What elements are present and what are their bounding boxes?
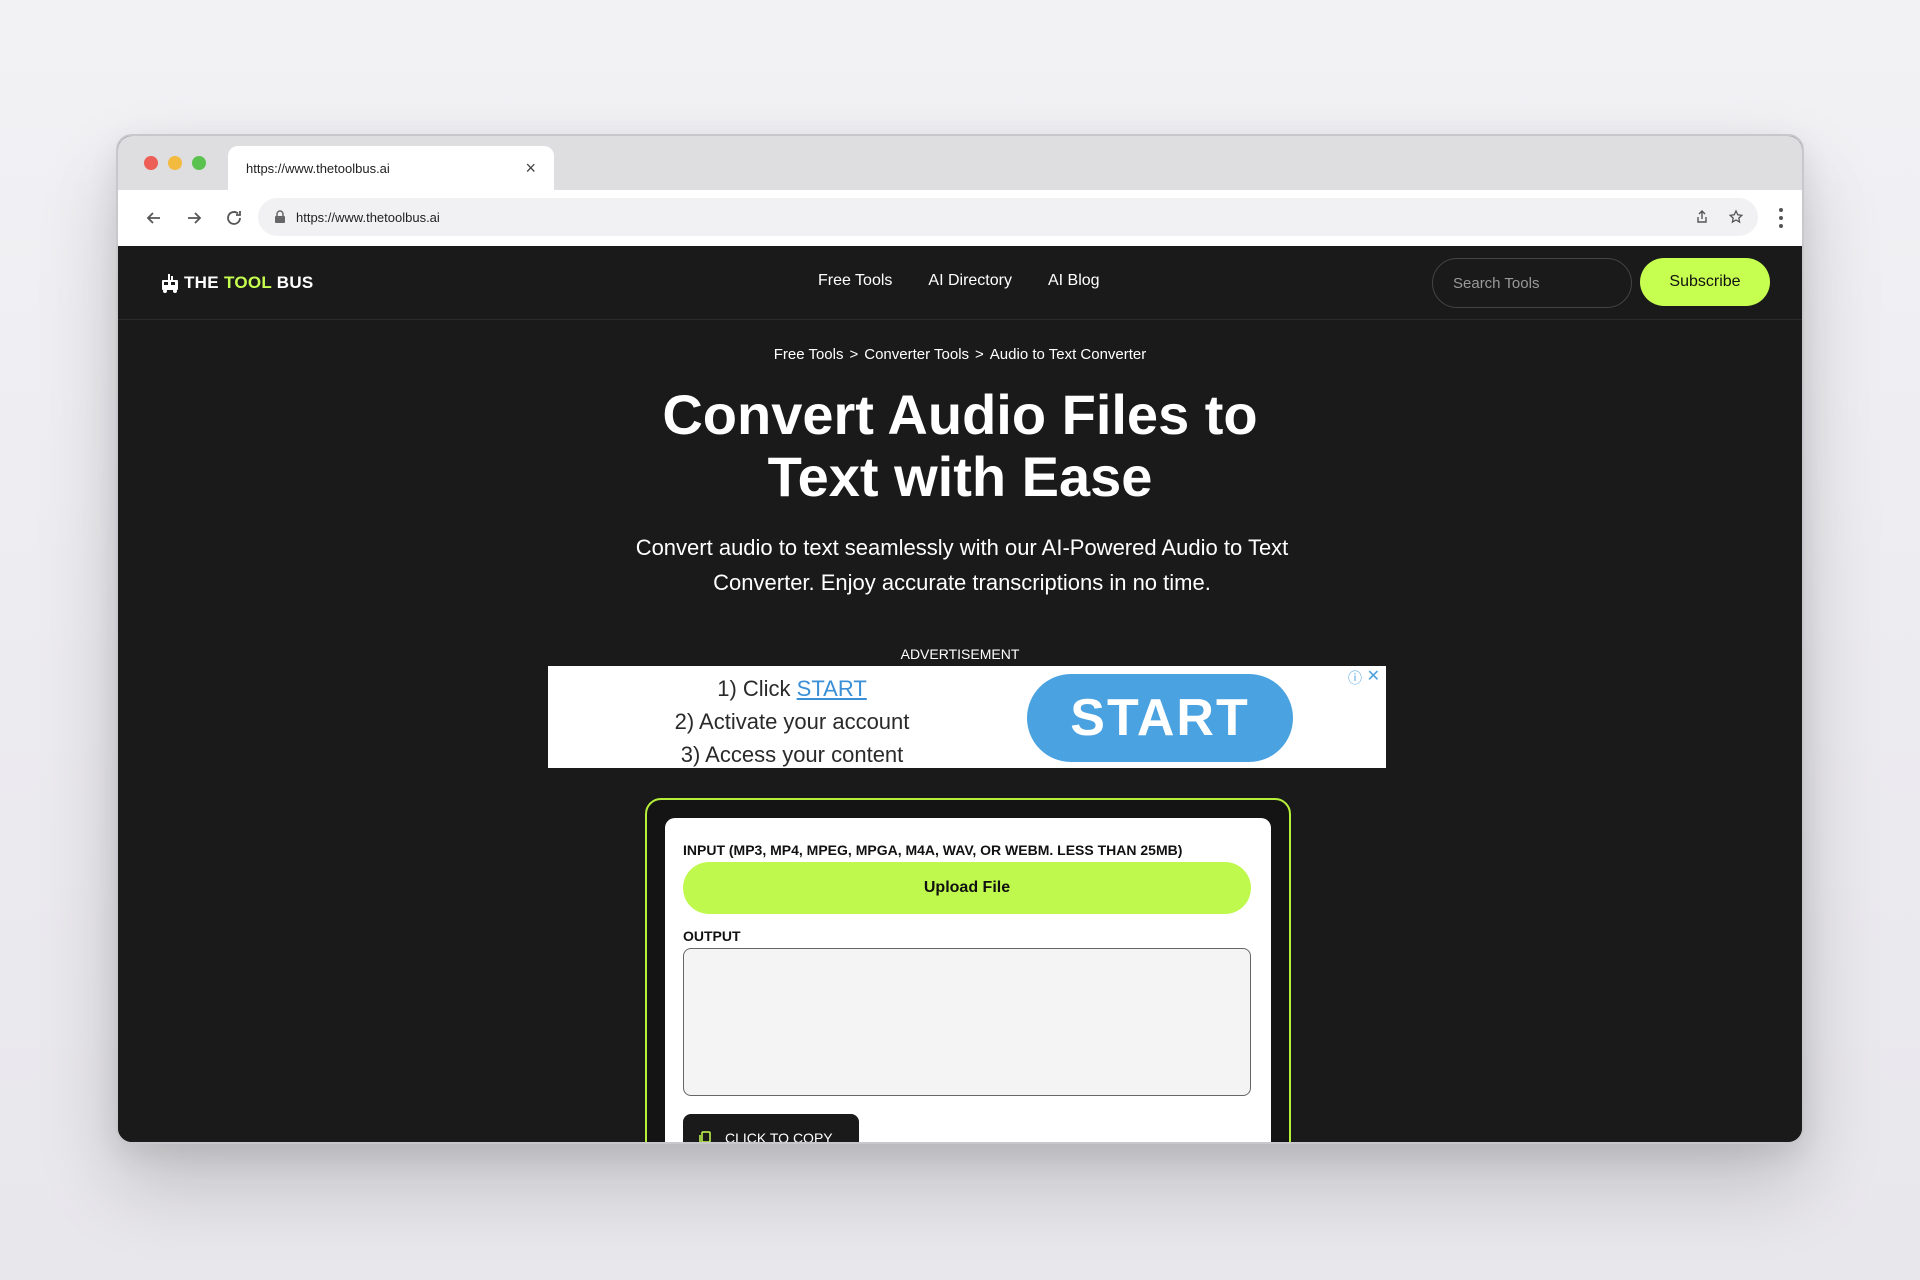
browser-window: https://www.thetoolbus.ai × https://www.… (116, 134, 1804, 1144)
logo-text: THE TOOL BUS (184, 273, 314, 292)
forward-arrow-icon[interactable] (174, 198, 214, 238)
bus-logo-icon (160, 272, 180, 294)
window-controls (144, 156, 206, 170)
nav-free-tools[interactable]: Free Tools (818, 272, 892, 290)
input-label: INPUT (MP3, MP4, MPEG, MPGA, M4A, WAV, O… (683, 842, 1183, 858)
page-subtitle: Convert audio to text seamlessly with ou… (635, 535, 1289, 595)
lock-icon (272, 209, 288, 225)
breadcrumb-separator: > (849, 346, 859, 363)
ad-start-link[interactable]: START (797, 676, 867, 701)
site-logo[interactable]: THE TOOL BUS (160, 272, 314, 294)
back-arrow-icon[interactable] (134, 198, 174, 238)
breadcrumb-current: Audio to Text Converter (989, 346, 1147, 363)
copy-icon (697, 1130, 713, 1142)
close-window-button[interactable] (144, 156, 158, 170)
main-nav: Free Tools AI Directory AI Blog (818, 272, 1100, 290)
ad-text: 1) Click START 2) Activate your account … (674, 676, 910, 767)
search-input[interactable] (1432, 258, 1632, 308)
close-tab-icon[interactable]: × (525, 159, 536, 177)
site-header: THE TOOL BUS Free Tools AI Directory AI … (118, 246, 1802, 320)
bookmark-star-icon[interactable] (1728, 209, 1744, 225)
output-label: OUTPUT (683, 928, 741, 944)
nav-ai-directory[interactable]: AI Directory (928, 272, 1012, 290)
copy-button[interactable]: CLICK TO COPY (683, 1114, 859, 1144)
nav-ai-blog[interactable]: AI Blog (1048, 272, 1100, 290)
minimize-window-button[interactable] (168, 156, 182, 170)
copy-label: CLICK TO COPY (725, 1130, 833, 1144)
page-title: Convert Audio Files to Text with Ease (662, 383, 1258, 508)
ad-start-button[interactable]: START (1027, 674, 1293, 762)
share-icon[interactable] (1694, 209, 1710, 225)
site-page: THE TOOL BUS Free Tools AI Directory AI … (118, 246, 1802, 1144)
tab-title: https://www.thetoolbus.ai (246, 160, 390, 176)
maximize-window-button[interactable] (192, 156, 206, 170)
ad-banner[interactable]: 1) Click START 2) Activate your account … (548, 666, 1386, 768)
breadcrumb: Free Tools > Converter Tools > Audio to Text… (118, 346, 1802, 363)
browser-toolbar: https://www.thetoolbus.ai (118, 190, 1802, 246)
reload-icon[interactable] (214, 198, 254, 238)
browser-tab[interactable]: https://www.thetoolbus.ai × (228, 146, 554, 190)
subscribe-button[interactable]: Subscribe (1640, 258, 1770, 306)
breadcrumb-separator: > (975, 346, 984, 363)
upload-file-button[interactable]: Upload File (683, 862, 1251, 914)
ad-info-icon[interactable]: ⓘ (1348, 668, 1362, 688)
output-textarea[interactable] (683, 948, 1251, 1096)
ad-close-icon[interactable]: ✕ (1367, 666, 1380, 686)
converter-card: INPUT (MP3, MP4, MPEG, MPGA, M4A, WAV, O… (665, 818, 1271, 1144)
breadcrumb-free-tools[interactable]: Free Tools (774, 346, 844, 363)
breadcrumb-converter-tools[interactable]: Converter Tools (864, 346, 969, 363)
converter-panel: INPUT (MP3, MP4, MPEG, MPGA, M4A, WAV, O… (645, 798, 1291, 1144)
ad-label: ADVERTISEMENT (900, 646, 1020, 662)
url-text: https://www.thetoolbus.ai (296, 209, 440, 225)
address-bar[interactable]: https://www.thetoolbus.ai (258, 198, 1758, 236)
tab-strip: https://www.thetoolbus.ai × (118, 136, 1802, 190)
browser-menu-icon[interactable] (1778, 208, 1784, 228)
